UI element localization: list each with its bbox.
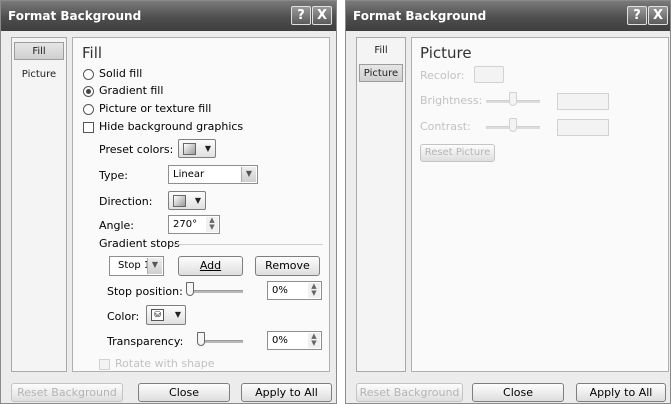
contrast-thumb[interactable] <box>509 118 517 132</box>
hide-background-label[interactable]: Hide background graphics <box>99 120 243 133</box>
hide-background-checkbox[interactable] <box>83 122 94 133</box>
brightness-spinner[interactable] <box>557 93 609 110</box>
spin-arrows-icon[interactable]: ▲ ▼ <box>308 333 320 348</box>
gradient-fill-label[interactable]: Gradient fill <box>99 84 163 97</box>
stop-select-value: Stop 1 <box>118 260 151 271</box>
stop-select[interactable]: Stop 1 ▼ <box>109 256 164 276</box>
close-icon[interactable]: X <box>648 6 668 25</box>
dropdown-arrow-icon: ▼ <box>241 167 256 182</box>
solid-fill-label[interactable]: Solid fill <box>99 67 142 80</box>
fill-panel: Fill Solid fill Gradient fill Picture or… <box>72 37 330 372</box>
picture-fill-radio[interactable] <box>83 104 94 115</box>
remove-stop-button[interactable]: Remove <box>255 256 320 276</box>
format-background-dialog-fill: Format Background ? X Fill Picture Fill … <box>0 0 337 404</box>
reset-background-button[interactable]: Reset Background <box>356 383 463 402</box>
close-button[interactable]: Close <box>472 383 564 402</box>
preset-colors-label: Preset colors: <box>99 143 174 156</box>
color-swatch-icon <box>183 143 196 155</box>
stop-position-track[interactable] <box>188 290 243 293</box>
dropdown-arrow-icon: ▼ <box>147 258 162 274</box>
color-picker-button[interactable]: ⛁ ▼ <box>146 305 186 325</box>
dropdown-arrow-icon: ▼ <box>194 196 201 205</box>
sidebar: Fill Picture <box>11 37 67 372</box>
add-stop-button[interactable]: Add <box>178 256 243 276</box>
brightness-label: Brightness: <box>420 94 483 107</box>
close-button[interactable]: Close <box>138 383 230 402</box>
angle-label: Angle: <box>99 219 135 232</box>
transparency-track[interactable] <box>201 340 243 343</box>
stop-position-value: 0% <box>272 285 288 296</box>
dialog-title-bar[interactable]: Format Background <box>1 1 336 31</box>
dropdown-arrow-icon: ▼ <box>174 310 181 319</box>
stop-position-thumb[interactable] <box>186 282 194 296</box>
type-select-value: Linear <box>173 169 205 180</box>
reset-picture-button[interactable]: Reset Picture <box>420 144 495 162</box>
spin-arrows-icon[interactable]: ▲ ▼ <box>206 217 218 232</box>
stop-position-label: Stop position: <box>107 285 183 298</box>
rotate-with-shape-checkbox[interactable] <box>99 359 110 370</box>
add-button-label: Add <box>199 259 222 272</box>
help-icon[interactable]: ? <box>291 6 311 25</box>
dialog-title: Format Background <box>353 9 487 23</box>
color-label: Color: <box>107 310 140 323</box>
contrast-spinner[interactable] <box>557 119 609 136</box>
transparency-spinner[interactable]: 0% ▲ ▼ <box>267 331 322 350</box>
section-divider <box>173 244 323 245</box>
rotate-with-shape-label: Rotate with shape <box>115 357 215 370</box>
direction-swatch-icon <box>173 195 186 207</box>
recolor-button[interactable] <box>474 66 504 83</box>
dropdown-arrow-icon: ▼ <box>204 144 211 153</box>
brightness-thumb[interactable] <box>509 92 517 106</box>
type-select[interactable]: Linear ▼ <box>168 165 258 184</box>
direction-label: Direction: <box>99 195 153 208</box>
transparency-value: 0% <box>272 335 288 346</box>
sidebar-item-fill[interactable]: Fill <box>359 42 403 60</box>
apply-to-all-button[interactable]: Apply to All <box>576 383 666 402</box>
panel-title: Fill <box>82 44 103 62</box>
picture-panel: Picture Recolor: Brightness: Contrast: R… <box>411 37 669 372</box>
sidebar-item-picture[interactable]: Picture <box>359 64 403 82</box>
sidebar: Fill Picture <box>356 37 406 372</box>
preset-colors-button[interactable]: ▼ <box>178 139 216 158</box>
dialog-title: Format Background <box>8 9 142 23</box>
recolor-label: Recolor: <box>420 69 465 82</box>
gradient-stops-label: Gradient stops <box>99 237 180 250</box>
help-icon[interactable]: ? <box>627 6 647 25</box>
type-label: Type: <box>99 169 128 182</box>
close-icon[interactable]: X <box>312 6 332 25</box>
sidebar-item-fill[interactable]: Fill <box>14 42 64 60</box>
format-background-dialog-picture: Format Background ? X Fill Picture Pictu… <box>345 0 671 404</box>
dialog-title-bar[interactable]: Format Background <box>346 1 670 31</box>
solid-fill-radio[interactable] <box>83 69 94 80</box>
sidebar-item-picture[interactable]: Picture <box>14 66 64 84</box>
contrast-label: Contrast: <box>420 120 471 133</box>
angle-value: 270° <box>173 219 198 230</box>
radio-dot <box>86 89 91 94</box>
transparency-label: Transparency: <box>107 335 184 348</box>
gradient-fill-radio[interactable] <box>83 86 94 97</box>
paint-bucket-icon: ⛁ <box>151 309 164 321</box>
spin-arrows-icon[interactable]: ▲ ▼ <box>308 283 320 298</box>
reset-background-button[interactable]: Reset Background <box>11 383 123 402</box>
picture-fill-label[interactable]: Picture or texture fill <box>99 102 211 115</box>
angle-spinner[interactable]: 270° ▲ ▼ <box>168 215 220 234</box>
apply-to-all-button[interactable]: Apply to All <box>241 383 332 402</box>
direction-button[interactable]: ▼ <box>168 191 206 210</box>
transparency-thumb[interactable] <box>197 332 205 346</box>
panel-title: Picture <box>420 44 472 62</box>
stop-position-spinner[interactable]: 0% ▲ ▼ <box>267 281 322 300</box>
